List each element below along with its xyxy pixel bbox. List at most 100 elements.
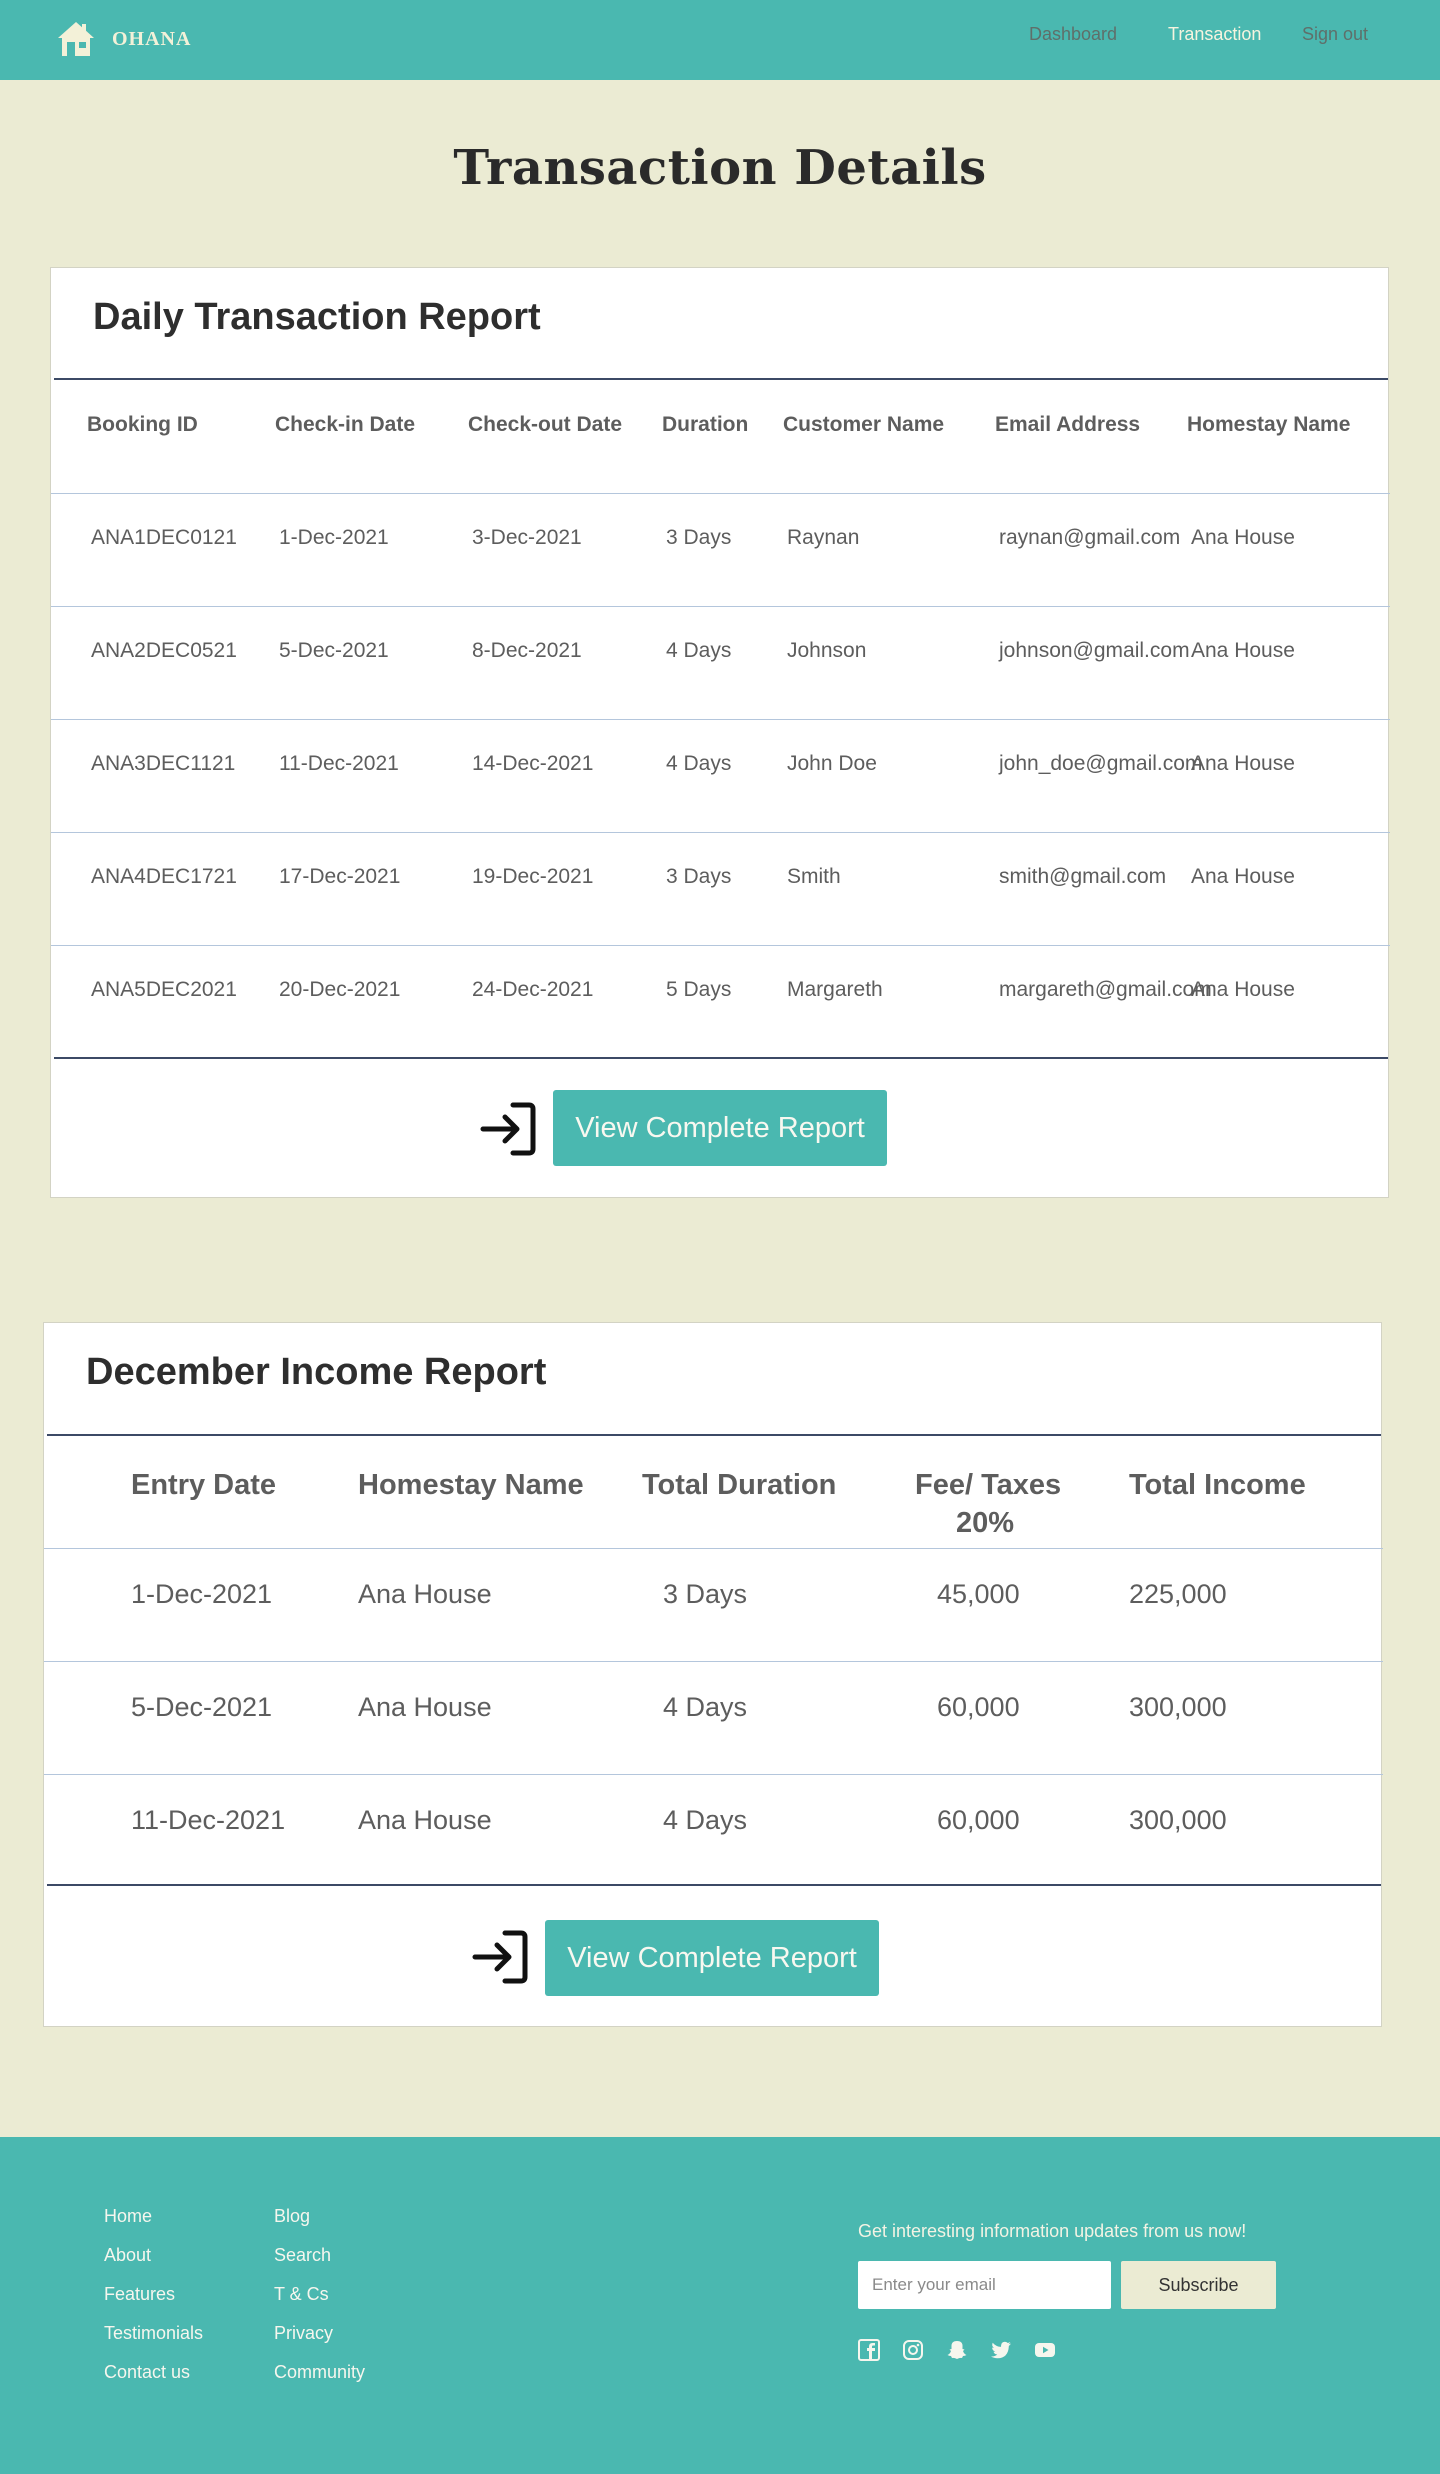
cell-homestay-name: Ana House	[358, 1692, 492, 1722]
instagram-icon[interactable]	[902, 2339, 924, 2361]
cell-entry-date: 11-Dec-2021	[131, 1805, 286, 1835]
brand-logo[interactable]: OHANA	[56, 20, 191, 58]
cell-customer-name: Raynan	[787, 526, 860, 549]
row-divider	[51, 606, 1390, 607]
nav-links: Dashboard Transaction Sign out	[1000, 24, 1420, 48]
footer-link-community[interactable]: Community	[274, 2362, 365, 2383]
snapchat-icon[interactable]	[946, 2339, 968, 2361]
youtube-icon[interactable]	[1034, 2339, 1056, 2361]
subscribe-button[interactable]: Subscribe	[1121, 2261, 1276, 2309]
email-field[interactable]	[858, 2261, 1111, 2309]
facebook-icon[interactable]	[858, 2339, 880, 2361]
brand-name: OHANA	[112, 27, 192, 50]
cell-customer-name: John Doe	[787, 752, 877, 775]
cell-check-out-date: 14-Dec-2021	[472, 752, 594, 775]
house-icon	[58, 22, 94, 56]
row-divider	[44, 1774, 1383, 1775]
twitter-icon[interactable]	[990, 2339, 1012, 2361]
footer-link-home[interactable]: Home	[104, 2206, 152, 2227]
footer-link-testimonials[interactable]: Testimonials	[104, 2323, 203, 2344]
cell-total-income: 300,000	[1129, 1805, 1227, 1835]
view-complete-report-button[interactable]: View Complete Report	[553, 1090, 887, 1166]
enter-icon	[480, 1102, 536, 1156]
cell-total-duration: 4 Days	[663, 1805, 748, 1835]
table-top-rule	[47, 1434, 1381, 1436]
view-complete-report-button[interactable]: View Complete Report	[545, 1920, 879, 1996]
enter-icon	[472, 1930, 528, 1984]
footer-link-about[interactable]: About	[104, 2245, 151, 2266]
nav-signout-link[interactable]: Sign out	[1302, 24, 1368, 45]
cell-email-address: john_doe@gmail.com	[999, 752, 1203, 775]
cell-homestay-name: Ana House	[1191, 752, 1295, 775]
table-top-rule	[54, 378, 1388, 380]
row-divider	[51, 493, 1390, 494]
cell-fee-taxes: 45,000	[937, 1579, 1020, 1609]
income-report-title: December Income Report	[86, 1351, 547, 1393]
nav-transaction-link[interactable]: Transaction	[1168, 24, 1261, 45]
footer-link-contact-us[interactable]: Contact us	[104, 2362, 190, 2383]
cell-duration: 3 Days	[666, 526, 732, 549]
page-title: Transaction Details	[453, 140, 987, 196]
column-header-customer-name: Customer Name	[783, 413, 945, 436]
cell-customer-name: Margareth	[787, 978, 883, 1001]
cell-duration: 5 Days	[666, 978, 732, 1001]
cell-customer-name: Johnson	[787, 639, 867, 662]
cell-check-out-date: 24-Dec-2021	[472, 978, 594, 1001]
column-header-duration: Duration	[662, 413, 749, 436]
cell-check-in-date: 11-Dec-2021	[279, 752, 399, 775]
row-divider	[44, 1548, 1383, 1549]
top-navbar: OHANA Dashboard Transaction Sign out	[0, 0, 1440, 80]
cell-homestay-name: Ana House	[1191, 639, 1295, 662]
column-header-check-out-date: Check-out Date	[468, 413, 623, 436]
footer-link-search[interactable]: Search	[274, 2245, 331, 2266]
cell-check-in-date: 1-Dec-2021	[279, 526, 389, 549]
cell-homestay-name: Ana House	[1191, 865, 1295, 888]
nav-dashboard-link[interactable]: Dashboard	[1029, 24, 1117, 45]
column-header-fee-taxes: Fee/ Taxes	[915, 1469, 1062, 1501]
footer-link-privacy[interactable]: Privacy	[274, 2323, 333, 2344]
daily-transaction-card: Daily Transaction Report Booking ID Check…	[50, 267, 1390, 1198]
income-report-card: December Income Report Entry Date Homesta…	[43, 1322, 1383, 2027]
cell-homestay-name: Ana House	[1191, 526, 1295, 549]
cell-check-in-date: 20-Dec-2021	[279, 978, 401, 1001]
footer-link-blog[interactable]: Blog	[274, 2206, 310, 2227]
cell-email-address: smith@gmail.com	[999, 865, 1167, 888]
cell-homestay-name: Ana House	[358, 1579, 492, 1609]
cell-check-out-date: 8-Dec-2021	[472, 639, 582, 662]
cell-booking-id: ANA1DEC0121	[91, 526, 237, 549]
cell-check-out-date: 3-Dec-2021	[472, 526, 582, 549]
cell-total-income: 225,000	[1129, 1579, 1227, 1609]
cell-check-in-date: 17-Dec-2021	[279, 865, 401, 888]
daily-report-title: Daily Transaction Report	[93, 296, 541, 338]
column-header-fee-percent: 20%	[956, 1507, 1015, 1539]
column-header-email-address: Email Address	[995, 413, 1141, 436]
cell-total-duration: 3 Days	[663, 1579, 748, 1609]
cell-homestay-name: Ana House	[1191, 978, 1295, 1001]
cell-duration: 3 Days	[666, 865, 732, 888]
cell-duration: 4 Days	[666, 639, 732, 662]
footer-link-features[interactable]: Features	[104, 2284, 175, 2305]
cell-check-in-date: 5-Dec-2021	[279, 639, 389, 662]
cell-total-income: 300,000	[1129, 1692, 1227, 1722]
column-header-booking-id: Booking ID	[87, 413, 198, 436]
row-divider	[44, 1661, 1383, 1662]
cell-booking-id: ANA4DEC1721	[91, 865, 237, 888]
column-header-total-income: Total Income	[1129, 1469, 1306, 1501]
cell-fee-taxes: 60,000	[937, 1692, 1020, 1722]
cell-total-duration: 4 Days	[663, 1692, 748, 1722]
table-bottom-rule	[47, 1884, 1381, 1886]
column-header-homestay-name: Homestay Name	[358, 1469, 584, 1501]
footer-link-t-cs[interactable]: T & Cs	[274, 2284, 329, 2305]
row-divider	[51, 719, 1390, 720]
column-header-homestay-name: Homestay Name	[1187, 413, 1351, 436]
cell-homestay-name: Ana House	[358, 1805, 492, 1835]
cell-entry-date: 5-Dec-2021	[131, 1692, 273, 1722]
cell-check-out-date: 19-Dec-2021	[472, 865, 594, 888]
cell-booking-id: ANA5DEC2021	[91, 978, 237, 1001]
cell-email-address: margareth@gmail.com	[999, 978, 1212, 1001]
cell-email-address: johnson@gmail.com	[999, 639, 1190, 662]
footer: Home About Features Testimonials Contact us …	[0, 2137, 1440, 2474]
cell-booking-id: ANA2DEC0521	[91, 639, 237, 662]
cell-customer-name: Smith	[787, 865, 841, 888]
row-divider	[51, 832, 1390, 833]
